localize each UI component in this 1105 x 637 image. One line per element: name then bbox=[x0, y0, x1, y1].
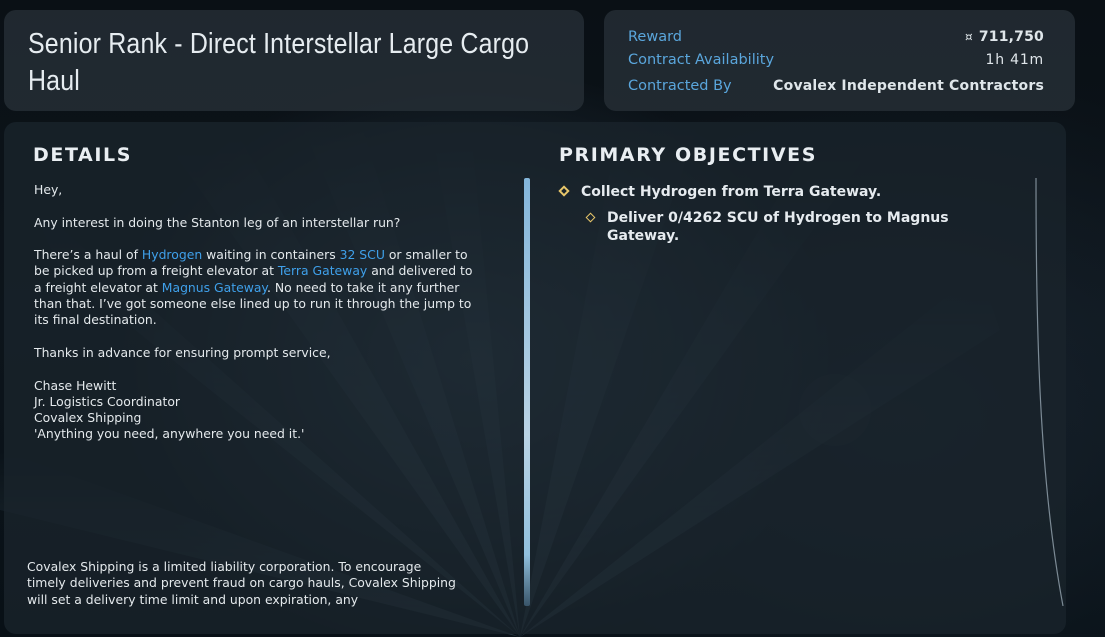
auec-currency-icon: ¤ bbox=[964, 30, 973, 44]
details-heading: DETAILS bbox=[33, 144, 133, 166]
objectives-heading: PRIMARY OBJECTIVES bbox=[559, 144, 818, 166]
availability-value: 1h 41m bbox=[985, 52, 1044, 68]
reward-row: Reward ¤ 711,750 bbox=[628, 29, 1044, 51]
contract-title: Senior Rank - Direct Interstellar Large … bbox=[28, 28, 530, 97]
contract-screen: Senior Rank - Direct Interstellar Large … bbox=[0, 0, 1105, 637]
signature-block: Chase Hewitt Jr. Logistics Coordinator C… bbox=[34, 378, 474, 443]
text-fragment: waiting in containers bbox=[202, 247, 340, 263]
reward-value-wrap: ¤ 711,750 bbox=[965, 29, 1044, 45]
contracted-by-row: Contracted By Covalex Independent Contra… bbox=[628, 78, 1044, 100]
reward-label: Reward bbox=[628, 29, 682, 45]
primary-objective: Collect Hydrogen from Terra Gateway. bbox=[581, 184, 882, 200]
commodity-link: Hydrogen bbox=[141, 247, 203, 263]
details-text: Hey, Any interest in doing the Stanton l… bbox=[34, 182, 474, 443]
sub-objective-line-1: Deliver 0/4262 SCU of Hydrogen to Magnus bbox=[607, 210, 949, 226]
availability-row: Contract Availability 1h 41m bbox=[628, 52, 1044, 74]
availability-label: Contract Availability bbox=[628, 52, 775, 68]
details-greeting: Hey, bbox=[34, 182, 63, 197]
contracted-by-value: Covalex Independent Contractors bbox=[773, 78, 1044, 94]
signature-motto: 'Anything you need, anywhere you need it… bbox=[34, 426, 305, 442]
details-question: Any interest in doing the Stanton leg of… bbox=[34, 214, 401, 230]
reward-value: 711,750 bbox=[978, 29, 1044, 45]
contracted-by-label: Contracted By bbox=[628, 78, 732, 94]
signature-company: Covalex Shipping bbox=[34, 410, 142, 426]
container-size-link: 32 SCU bbox=[339, 247, 385, 263]
dropoff-location-link: Magnus Gateway bbox=[161, 279, 267, 295]
details-disclaimer: Covalex Shipping is a limited liability … bbox=[27, 559, 456, 607]
details-paragraph: There’s a haul of Hydrogen waiting in co… bbox=[34, 247, 474, 328]
sub-objective-line-2: Gateway. bbox=[607, 228, 680, 244]
signature-name: Chase Hewitt bbox=[34, 377, 117, 393]
text-fragment: There’s a haul of bbox=[34, 247, 142, 263]
sub-objective: Deliver 0/4262 SCU of Hydrogen to Magnus… bbox=[607, 209, 967, 245]
pickup-location-link: Terra Gateway bbox=[277, 263, 368, 279]
details-thanks: Thanks in advance for ensuring prompt se… bbox=[34, 344, 331, 360]
details-scrollbar[interactable] bbox=[524, 178, 530, 606]
signature-role: Jr. Logistics Coordinator bbox=[34, 393, 181, 409]
